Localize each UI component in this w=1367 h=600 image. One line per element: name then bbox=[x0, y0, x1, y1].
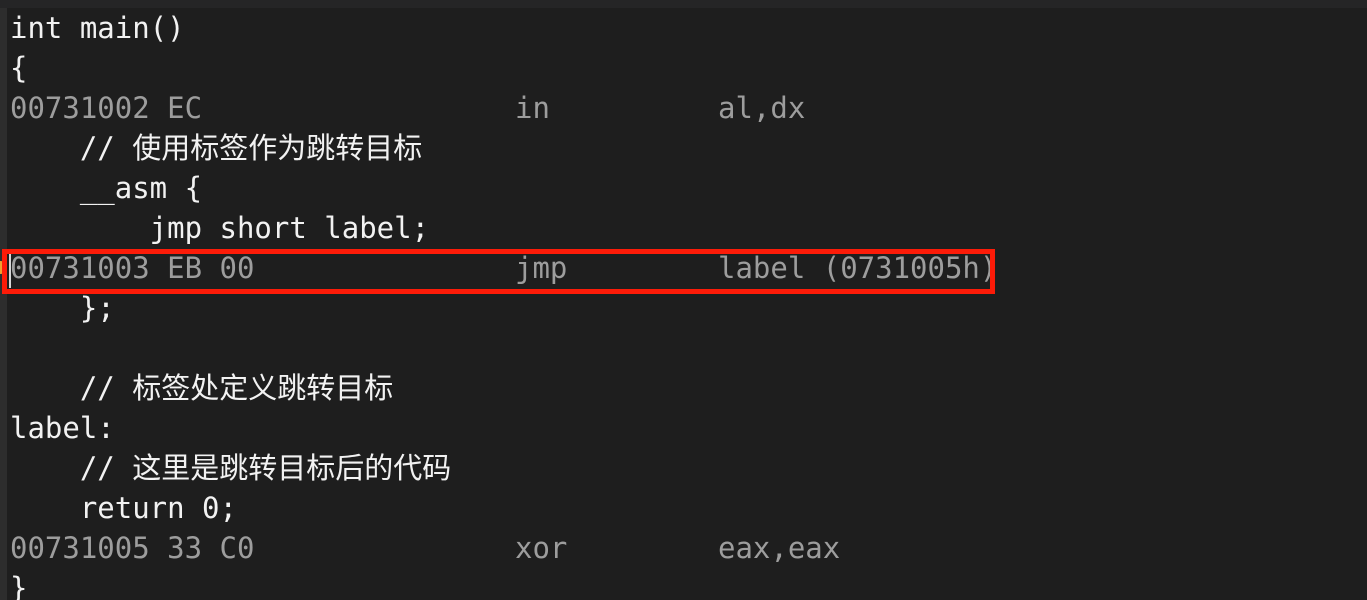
source-line[interactable]: } bbox=[7, 568, 1367, 600]
disassembly-address: 00731003 bbox=[10, 251, 150, 285]
source-line[interactable]: return 0; bbox=[7, 488, 1367, 528]
disassembly-address-bytes: 00731005 33 C0 bbox=[10, 528, 254, 568]
source-line-text: }; bbox=[10, 291, 115, 325]
disassembly-mnemonic: jmp bbox=[515, 251, 568, 285]
disassembly-bytes: EC bbox=[167, 91, 203, 125]
source-line[interactable]: __asm { bbox=[7, 168, 1367, 208]
disassembly-address-bytes: 00731002 EC bbox=[10, 88, 202, 128]
disassembly-editor[interactable]: int main() { 00731002 EC in al,dx // 使用标… bbox=[0, 0, 1367, 600]
editor-top-strip bbox=[0, 0, 1367, 8]
source-line-text: // 这里是跳转目标后的代码 bbox=[10, 451, 452, 485]
disassembly-mnemonic: in bbox=[515, 91, 550, 125]
disassembly-operands: al,dx bbox=[718, 91, 806, 125]
source-line-text: { bbox=[10, 51, 28, 85]
source-line-text: label: bbox=[10, 411, 115, 445]
source-line[interactable]: }; bbox=[7, 288, 1367, 328]
disassembly-operands: label (0731005h) bbox=[718, 251, 998, 285]
disassembly-line[interactable]: 00731002 EC in al,dx bbox=[7, 88, 1367, 128]
source-line-blank[interactable] bbox=[7, 328, 1367, 368]
source-line-text: int main() bbox=[10, 11, 185, 45]
source-line[interactable]: jmp short label; bbox=[7, 208, 1367, 248]
source-line-text: // 标签处定义跳转目标 bbox=[10, 371, 394, 405]
source-line[interactable]: // 这里是跳转目标后的代码 bbox=[7, 448, 1367, 488]
source-line-text: return 0; bbox=[10, 491, 237, 525]
source-line[interactable]: // 标签处定义跳转目标 bbox=[7, 368, 1367, 408]
source-line[interactable]: int main() bbox=[7, 8, 1367, 48]
code-surface[interactable]: int main() { 00731002 EC in al,dx // 使用标… bbox=[7, 8, 1367, 600]
source-line[interactable]: label: bbox=[7, 408, 1367, 448]
disassembly-address: 00731005 bbox=[10, 531, 150, 565]
disassembly-line-highlighted[interactable]: 00731003 EB 00 jmp label (0731005h) bbox=[7, 248, 1367, 288]
source-line-text: // 使用标签作为跳转目标 bbox=[10, 131, 423, 165]
source-line[interactable]: { bbox=[7, 48, 1367, 88]
disassembly-mnemonic: xor bbox=[515, 531, 568, 565]
source-line-text: } bbox=[10, 571, 28, 600]
text-caret bbox=[9, 252, 11, 288]
source-line[interactable]: // 使用标签作为跳转目标 bbox=[7, 128, 1367, 168]
disassembly-address-bytes: 00731003 EB 00 bbox=[10, 248, 254, 288]
source-line-text: jmp short label; bbox=[10, 211, 430, 245]
disassembly-operands: eax,eax bbox=[718, 531, 841, 565]
editor-indicator-margin[interactable] bbox=[0, 8, 7, 600]
disassembly-address: 00731002 bbox=[10, 91, 150, 125]
disassembly-bytes: 33 C0 bbox=[167, 531, 255, 565]
disassembly-line[interactable]: 00731005 33 C0 xor eax,eax bbox=[7, 528, 1367, 568]
source-line-text: __asm { bbox=[10, 171, 203, 205]
disassembly-bytes: EB 00 bbox=[167, 251, 255, 285]
